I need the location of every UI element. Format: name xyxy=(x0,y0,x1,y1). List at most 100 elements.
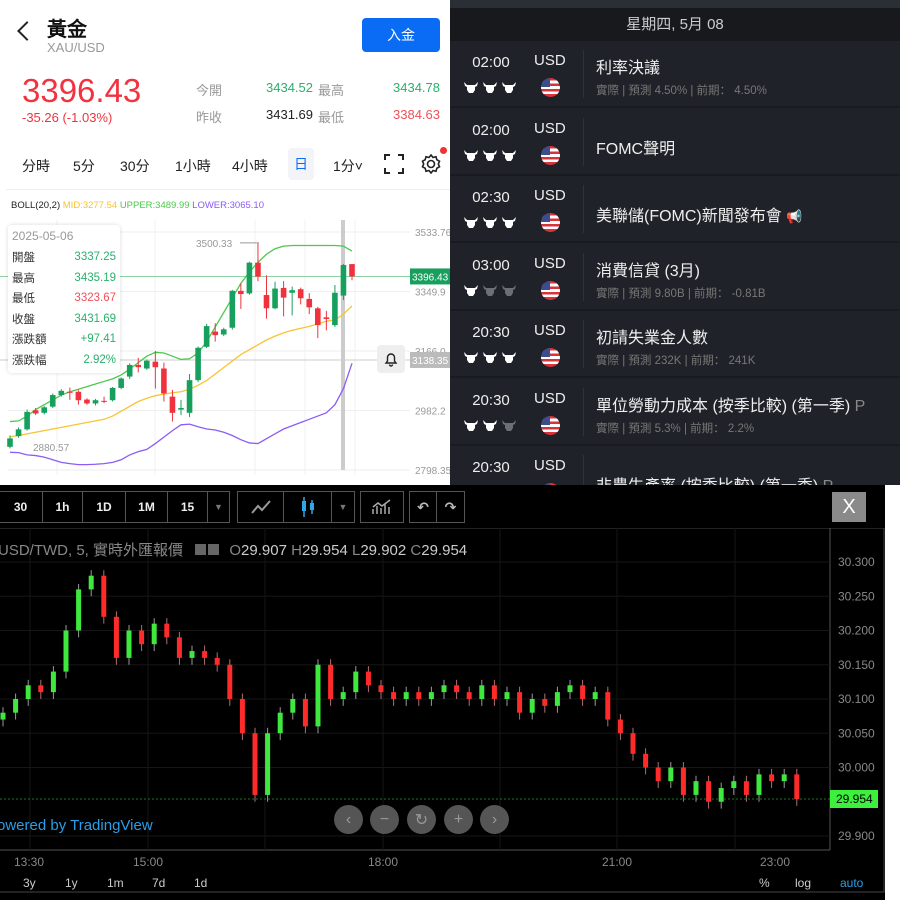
candle-chart-button[interactable] xyxy=(284,492,332,522)
us-flag-icon xyxy=(541,78,560,97)
candle-body xyxy=(756,774,762,795)
event-title-text: 利率決議 xyxy=(596,60,661,77)
x-tick: 23:00 xyxy=(760,855,791,869)
close-button[interactable]: X xyxy=(832,492,866,522)
y-tick-label: 3349.9 xyxy=(415,288,446,299)
tab-30min[interactable]: 30分 xyxy=(120,156,150,176)
instrument-symbol: XAU/USD xyxy=(47,40,105,55)
tab-1hour[interactable]: 1小時 xyxy=(175,156,211,176)
candle-body xyxy=(126,630,132,658)
percent-scale-toggle[interactable]: % xyxy=(759,876,770,890)
reset-button[interactable]: ↻ xyxy=(407,805,436,834)
event-time: 20:30 xyxy=(472,459,510,476)
chart-type-dropdown-arrow[interactable]: ▼ xyxy=(332,492,354,522)
event-row[interactable]: 02:30 USD 美聯儲(FOMC)新聞發布會 📢 xyxy=(450,177,900,243)
range-1y[interactable]: 1y xyxy=(65,876,78,890)
tooltip-row: 漲跌幅 2.92% xyxy=(12,350,116,371)
range-1d[interactable]: 1d xyxy=(194,876,207,890)
price-alert-button[interactable] xyxy=(377,345,405,373)
candle-body xyxy=(164,623,170,638)
visibility-icon[interactable] xyxy=(195,544,207,555)
redo-button[interactable]: ↷ xyxy=(437,492,464,522)
impact-bull-icon xyxy=(464,82,478,93)
event-title: 利率決議 xyxy=(596,54,660,78)
candle-body xyxy=(280,287,287,298)
event-title: 美聯儲(FOMC)新聞發布會 📢 xyxy=(596,202,802,226)
settings-icon[interactable] xyxy=(208,544,220,555)
impact-bull-icon xyxy=(464,352,478,363)
tooltip-row: 收盤 3431.69 xyxy=(12,309,116,330)
candle-body xyxy=(239,699,245,734)
candle-body xyxy=(101,575,107,617)
open-value: 29.907 xyxy=(241,542,287,559)
open-value: 3434.52 xyxy=(266,80,313,95)
event-title: 初請失業金人數 xyxy=(596,324,708,348)
tab-4hour[interactable]: 4小時 xyxy=(232,156,268,176)
candle-body xyxy=(202,651,208,658)
divider xyxy=(583,117,584,166)
event-row[interactable]: 02:00 USD FOMC聲明 xyxy=(450,110,900,176)
area-chart-button[interactable] xyxy=(238,492,284,522)
interval-30[interactable]: 30 xyxy=(0,492,43,522)
candle-body xyxy=(277,712,283,734)
gear-icon[interactable] xyxy=(420,153,442,175)
candle-body xyxy=(297,289,304,299)
candle-body xyxy=(7,438,13,447)
candle-body xyxy=(517,692,523,713)
ohlc-tooltip: 2025-05-06 開盤 3337.25 最高 3435.19 最低 3323.67… xyxy=(8,225,120,373)
close-label: C xyxy=(410,542,422,559)
interval-1h[interactable]: 1h xyxy=(43,492,83,522)
log-scale-toggle[interactable]: log xyxy=(795,876,811,890)
tooltip-label: 最低 xyxy=(12,293,35,306)
interval-15[interactable]: 15 xyxy=(168,492,208,522)
deposit-button[interactable]: 入金 xyxy=(362,18,440,52)
undo-button[interactable]: ↶ xyxy=(410,492,437,522)
tooltip-date: 2025-05-06 xyxy=(12,229,74,243)
tradingview-link[interactable]: owered by TradingView xyxy=(0,817,153,834)
range-7d[interactable]: 7d xyxy=(152,876,165,890)
low-value: 29.902 xyxy=(360,542,407,559)
impact-bull-icon xyxy=(502,419,516,431)
usd-twd-candlestick-chart[interactable]: 30.300 30.250 30.200 30.150 30.100 30.050 30.0… xyxy=(0,528,885,900)
y-tick-label: 29.900 xyxy=(838,829,875,843)
interval-dropdown[interactable]: 1分˅ xyxy=(333,156,363,176)
impact-bull-icon xyxy=(464,284,478,296)
tab-day[interactable]: 日 xyxy=(288,148,314,180)
interval-1m[interactable]: 1M xyxy=(126,492,168,522)
candle-body xyxy=(88,575,94,590)
event-row[interactable]: 20:30 USD 初請失業金人數 實際 | 預測 232K | 前期： 241… xyxy=(450,312,900,378)
candle-body xyxy=(161,368,167,394)
impact-bull-icon xyxy=(464,419,478,431)
tooltip-row: 開盤 3337.25 xyxy=(12,247,116,268)
tooltip-row: 最高 3435.19 xyxy=(12,268,116,289)
indicators-button[interactable] xyxy=(361,492,403,522)
scroll-right-button[interactable]: › xyxy=(480,805,509,834)
zoom-in-button[interactable]: + xyxy=(444,805,473,834)
back-chevron-icon[interactable] xyxy=(17,21,37,41)
auto-scale-toggle[interactable]: auto xyxy=(840,876,863,890)
zoom-out-button[interactable]: − xyxy=(370,805,399,834)
range-3y[interactable]: 3y xyxy=(23,876,36,890)
x-tick: 18:00 xyxy=(368,855,399,869)
range-1m[interactable]: 1m xyxy=(107,876,124,890)
interval-dropdown-arrow[interactable]: ▼ xyxy=(208,492,229,522)
event-row[interactable]: 02:00 USD 利率決議 實際 | 預測 4.50% | 前期： 4.50% xyxy=(450,42,900,108)
candle-body xyxy=(84,399,90,404)
event-row[interactable]: 03:00 USD 消費信貸 (3月) 實際 | 預測 9.80B | 前期： … xyxy=(450,245,900,311)
fullscreen-icon[interactable] xyxy=(383,153,405,175)
chart-legend: USD/TWD, 5, 實時外匯報價 O29.907 H29.954 L29.9… xyxy=(0,539,467,560)
event-currency: USD xyxy=(534,254,566,272)
candle-body xyxy=(203,326,210,347)
interval-1d[interactable]: 1D xyxy=(83,492,126,522)
event-time: 02:00 xyxy=(472,121,510,139)
area-chart-icon xyxy=(250,500,271,514)
prev-close-value: 3431.69 xyxy=(266,107,313,122)
event-detail: 實際 | 預測 4.50% | 前期： 4.50% xyxy=(596,85,767,97)
low-label: 最低 xyxy=(318,110,345,125)
tab-5min[interactable]: 5分 xyxy=(73,156,95,176)
event-row[interactable]: 20:30 USD 單位勞動力成本 (按季比較) (第一季) P 實際 | 預測… xyxy=(450,380,900,446)
scroll-left-button[interactable]: ‹ xyxy=(334,805,363,834)
event-currency: USD xyxy=(534,322,566,339)
tab-timeshare[interactable]: 分時 xyxy=(22,156,50,176)
y-tick-label: 30.300 xyxy=(838,555,875,569)
